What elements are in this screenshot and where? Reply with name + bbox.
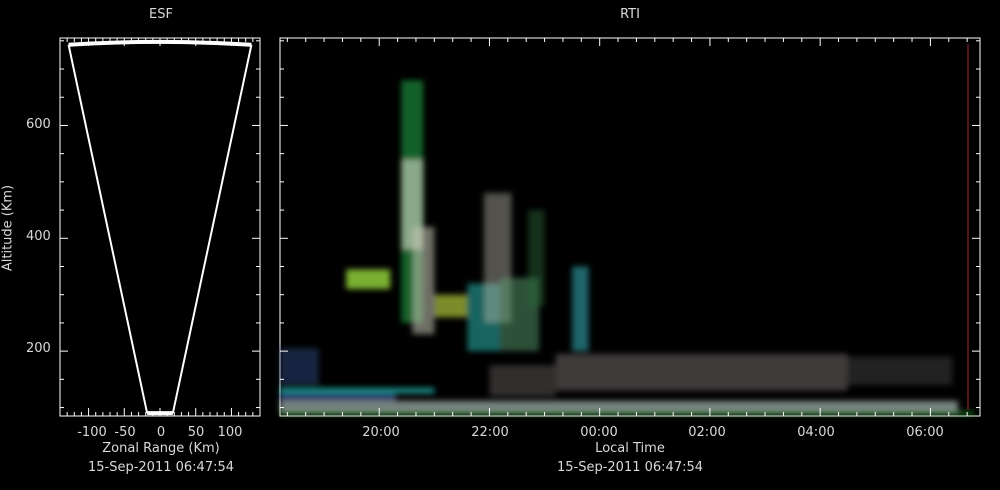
rti-echo-feature (555, 353, 848, 391)
rti-echo-feature (572, 266, 589, 352)
rti-echo-feature (847, 356, 953, 385)
rti-echo-feature (280, 348, 319, 385)
rti-echo-feature (280, 412, 975, 415)
rti-echo-feature (346, 269, 391, 290)
rti-echo-feature (434, 294, 468, 318)
rti-echo-feature (280, 400, 958, 413)
rti-echo-feature (280, 393, 396, 401)
rti-echo-feature (412, 227, 435, 335)
esf-plot-frame (59, 37, 261, 417)
rti-echo-feature (528, 210, 545, 306)
rti-echo-feature (280, 387, 435, 394)
chart-canvas (59, 37, 981, 417)
rti-echo-feature (489, 365, 556, 397)
